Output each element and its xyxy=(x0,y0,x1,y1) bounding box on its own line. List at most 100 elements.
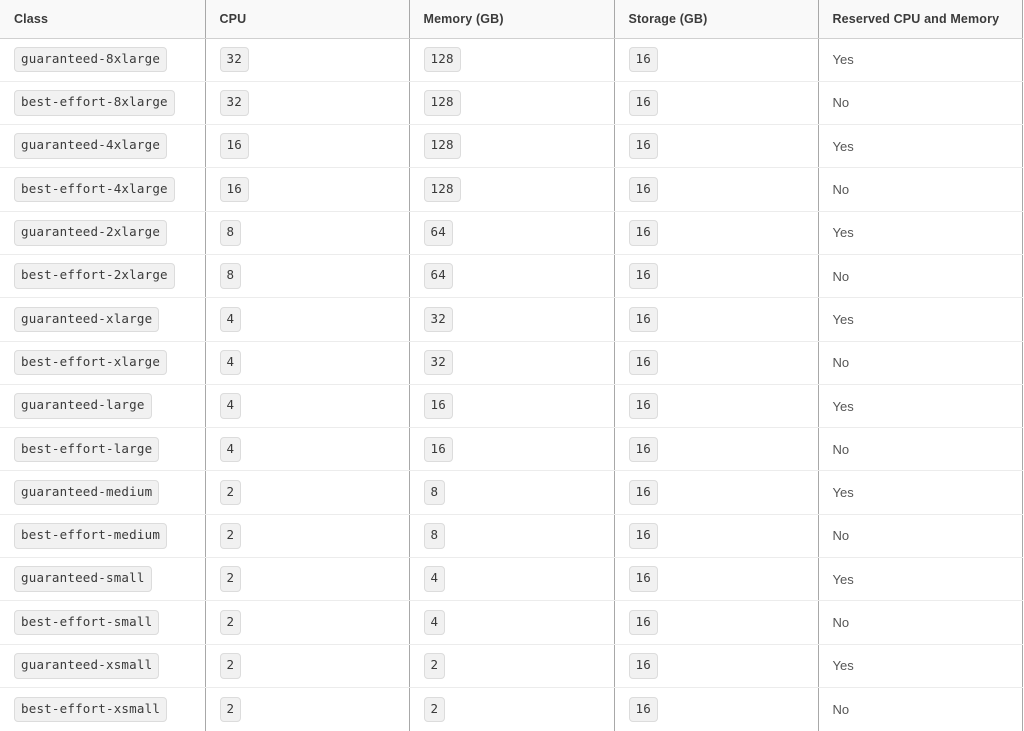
cell-cpu: 2 xyxy=(205,470,410,515)
cell-reserved: Yes xyxy=(818,557,1023,602)
cell-memory: 32 xyxy=(409,341,615,385)
cell-reserved: No xyxy=(818,687,1023,731)
value-reserved: Yes xyxy=(832,398,854,414)
code-chip-storage: 16 xyxy=(628,479,658,506)
cell-cpu: 2 xyxy=(205,557,410,602)
cell-memory: 32 xyxy=(409,297,615,342)
cell-class: best-effort-xlarge xyxy=(0,341,206,385)
code-chip-storage: 16 xyxy=(628,436,658,463)
code-chip-memory: 32 xyxy=(423,349,453,376)
spec-table-container: Class CPU Memory (GB) Storage (GB) Reserved … xyxy=(0,0,1024,731)
cell-reserved: Yes xyxy=(818,384,1023,429)
cell-cpu: 16 xyxy=(205,124,410,169)
code-chip-storage: 16 xyxy=(628,176,658,203)
code-chip-memory: 16 xyxy=(423,393,453,419)
code-chip-storage: 16 xyxy=(628,133,658,159)
code-chip-memory: 128 xyxy=(423,176,461,203)
column-header-memory: Memory (GB) xyxy=(409,0,615,39)
code-chip-memory: 8 xyxy=(423,479,446,506)
code-chip-class: best-effort-2xlarge xyxy=(14,263,175,289)
code-chip-cpu: 4 xyxy=(219,393,242,419)
code-chip-storage: 16 xyxy=(628,523,658,549)
table-row: best-effort-8xlarge 32 128 16 No xyxy=(0,81,1023,126)
cell-reserved: Yes xyxy=(818,470,1023,515)
cell-reserved: No xyxy=(818,254,1023,299)
code-chip-storage: 16 xyxy=(628,220,658,246)
cell-memory: 4 xyxy=(409,600,615,645)
cell-reserved: No xyxy=(818,167,1023,212)
cell-cpu: 4 xyxy=(205,297,410,342)
cell-storage: 16 xyxy=(614,211,819,255)
value-reserved: No xyxy=(832,95,850,111)
code-chip-cpu: 16 xyxy=(219,176,249,203)
cell-class: guaranteed-2xlarge xyxy=(0,211,206,255)
code-chip-storage: 16 xyxy=(628,349,658,376)
cell-memory: 4 xyxy=(409,557,615,602)
value-reserved: Yes xyxy=(832,311,854,327)
cell-class: guaranteed-medium xyxy=(0,470,206,515)
code-chip-memory: 2 xyxy=(423,653,446,679)
code-chip-cpu: 8 xyxy=(219,220,242,246)
cell-class: guaranteed-4xlarge xyxy=(0,124,206,169)
cell-cpu: 2 xyxy=(205,687,410,731)
code-chip-memory: 16 xyxy=(423,436,453,463)
code-chip-cpu: 2 xyxy=(219,696,242,723)
cell-cpu: 2 xyxy=(205,644,410,688)
code-chip-class: guaranteed-xlarge xyxy=(14,306,160,333)
cell-memory: 16 xyxy=(409,427,615,472)
cell-storage: 16 xyxy=(614,341,819,385)
value-reserved: No xyxy=(832,355,850,371)
column-header-storage: Storage (GB) xyxy=(614,0,819,39)
code-chip-memory: 32 xyxy=(423,306,453,333)
code-chip-class: guaranteed-xsmall xyxy=(14,653,160,679)
table-row: best-effort-xlarge 4 32 16 No xyxy=(0,341,1023,385)
cell-storage: 16 xyxy=(614,167,819,212)
cell-storage: 16 xyxy=(614,254,819,299)
table-row: best-effort-small 2 4 16 No xyxy=(0,600,1023,645)
cell-class: guaranteed-small xyxy=(0,557,206,602)
code-chip-cpu: 2 xyxy=(219,479,242,506)
code-chip-cpu: 8 xyxy=(219,263,242,289)
code-chip-cpu: 2 xyxy=(219,523,242,549)
table-header-row: Class CPU Memory (GB) Storage (GB) Reserved … xyxy=(0,0,1023,39)
cell-memory: 2 xyxy=(409,687,615,731)
code-chip-memory: 128 xyxy=(423,46,461,73)
table-row: best-effort-4xlarge 16 128 16 No xyxy=(0,167,1023,212)
code-chip-storage: 16 xyxy=(628,306,658,333)
cell-class: best-effort-medium xyxy=(0,514,206,559)
code-chip-storage: 16 xyxy=(628,393,658,419)
cell-memory: 64 xyxy=(409,254,615,299)
code-chip-class: guaranteed-2xlarge xyxy=(14,220,168,246)
cell-memory: 128 xyxy=(409,81,615,126)
code-chip-memory: 2 xyxy=(423,696,446,723)
cell-cpu: 32 xyxy=(205,38,410,82)
code-chip-class: guaranteed-large xyxy=(14,393,152,419)
cell-class: best-effort-small xyxy=(0,600,206,645)
code-chip-cpu: 16 xyxy=(219,133,249,159)
cell-cpu: 16 xyxy=(205,167,410,212)
cell-reserved: Yes xyxy=(818,297,1023,342)
cell-memory: 8 xyxy=(409,470,615,515)
table-row: best-effort-medium 2 8 16 No xyxy=(0,514,1023,559)
cell-reserved: No xyxy=(818,514,1023,559)
value-reserved: No xyxy=(832,701,850,717)
cell-storage: 16 xyxy=(614,81,819,126)
cell-class: best-effort-4xlarge xyxy=(0,167,206,212)
code-chip-storage: 16 xyxy=(628,46,658,73)
code-chip-cpu: 4 xyxy=(219,436,242,463)
table-row: guaranteed-medium 2 8 16 Yes xyxy=(0,470,1023,515)
code-chip-storage: 16 xyxy=(628,566,658,592)
table-row: guaranteed-xlarge 4 32 16 Yes xyxy=(0,297,1023,342)
value-reserved: No xyxy=(832,268,850,284)
table-row: best-effort-xsmall 2 2 16 No xyxy=(0,687,1023,731)
cell-cpu: 8 xyxy=(205,211,410,255)
table-body: guaranteed-8xlarge 32 128 16 Yes best-effort-… xyxy=(0,38,1023,731)
cell-memory: 128 xyxy=(409,38,615,82)
value-reserved: No xyxy=(832,615,850,630)
cell-memory: 128 xyxy=(409,124,615,169)
value-reserved: Yes xyxy=(832,658,854,674)
cell-class: guaranteed-large xyxy=(0,384,206,429)
code-chip-memory: 64 xyxy=(423,263,453,289)
cell-storage: 16 xyxy=(614,427,819,472)
cell-class: guaranteed-8xlarge xyxy=(0,38,206,82)
